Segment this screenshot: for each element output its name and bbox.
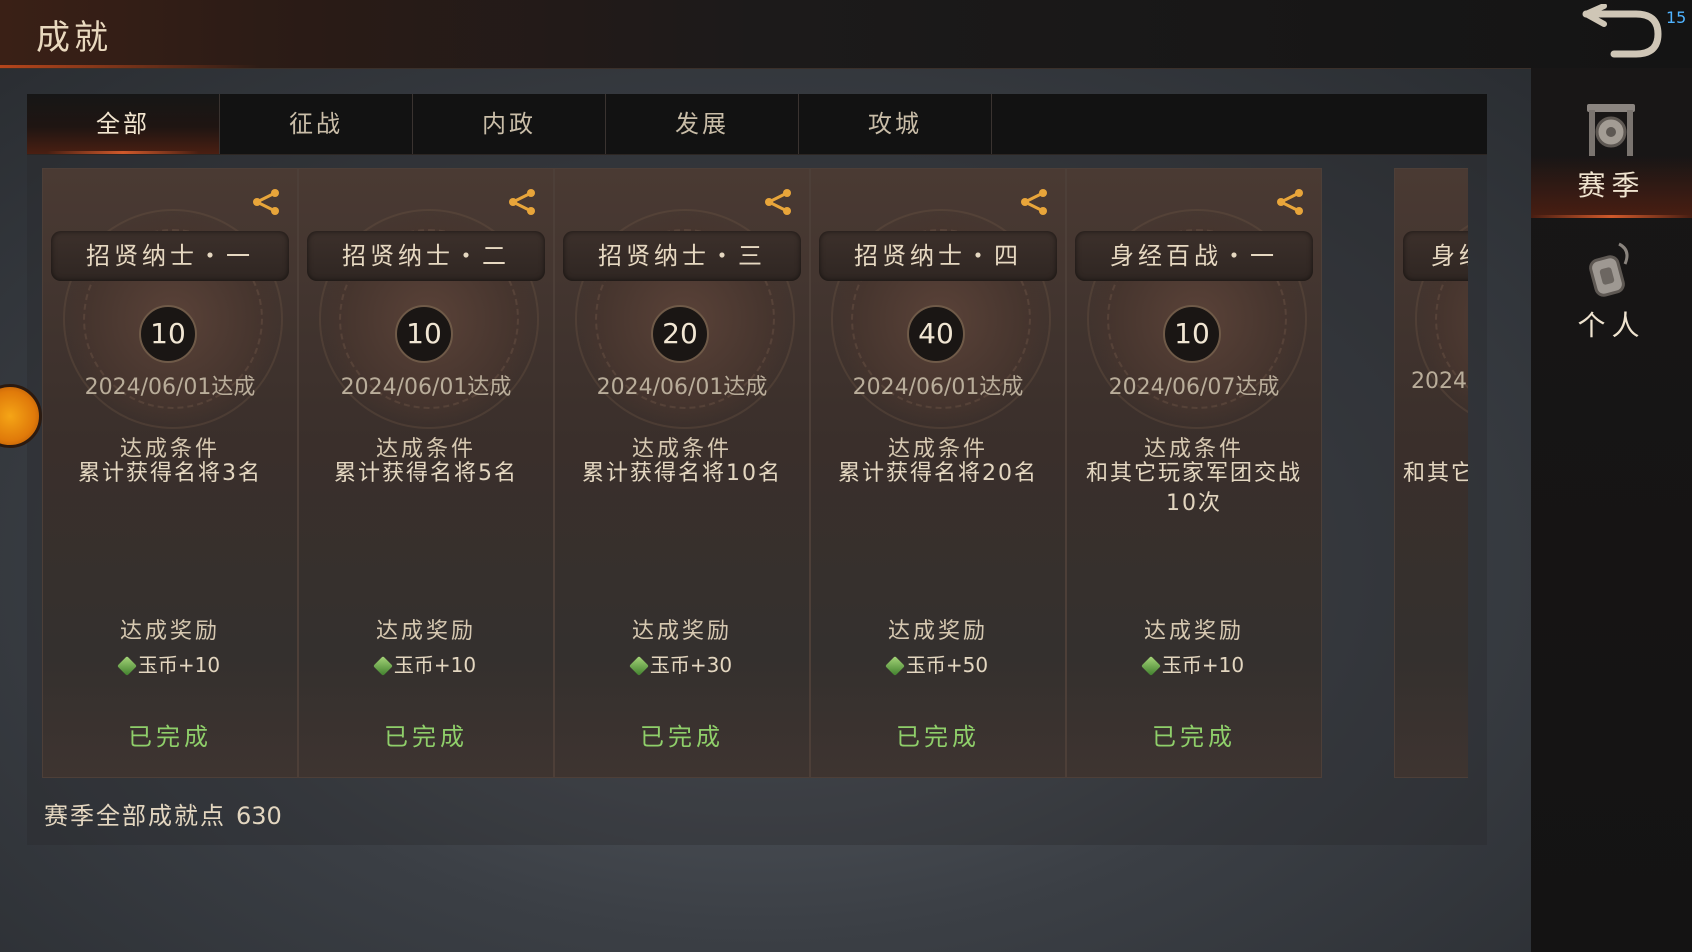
season-total-points: 赛季全部成就点 630 — [44, 796, 282, 831]
achievement-card[interactable]: 招贤纳士・二 10 2024/06/01达成 达成条件 累计获得名将5名 达成奖… — [298, 168, 554, 778]
status-completed: 已完成 — [384, 723, 468, 751]
condition-text: 累计获得名将10名 — [582, 461, 782, 486]
tab-bar: 全部 征战 内政 发展 攻城 — [27, 94, 1487, 155]
achieved-date: 2024/06/07达成 — [1108, 375, 1280, 400]
jade-coin-icon — [1140, 656, 1161, 676]
share-icon[interactable] — [1019, 187, 1049, 217]
achievement-list[interactable]: 招贤纳士・一 10 2024/06/01达成 达成条件 累计获得名将3名 达成奖… — [42, 168, 1468, 780]
reward-label: 达成奖励 — [375, 619, 476, 644]
status-completed: 已完成 — [1152, 723, 1236, 751]
achieved-date: 2024/06/01达成 — [340, 375, 512, 400]
gong-icon — [1587, 104, 1635, 156]
reward: 玉币+10 — [1067, 649, 1321, 678]
achieved-date: 2024/06/01达成 — [852, 375, 1024, 400]
achieved-date: 2024 — [1411, 369, 1467, 394]
jade-coin-icon — [116, 656, 137, 676]
reward-text: 玉币+10 — [137, 653, 221, 677]
reward-text: 玉币+10 — [393, 653, 477, 677]
title-bar: 成就 15 — [0, 0, 1692, 69]
achievement-card-partial[interactable]: 身经百战・二 2024 和其它 — [1394, 168, 1468, 778]
right-sidebar: 赛季 个人 — [1531, 68, 1692, 952]
achievement-points: 10 — [1163, 305, 1221, 363]
share-icon[interactable] — [763, 187, 793, 217]
tab-campaign[interactable]: 征战 — [220, 94, 413, 154]
achievement-points: 10 — [395, 305, 453, 363]
achievement-card[interactable]: 招贤纳士・四 40 2024/06/01达成 达成条件 累计获得名将20名 达成… — [810, 168, 1066, 778]
season-total-label: 赛季全部成就点 — [44, 802, 226, 830]
reward-text: 玉币+50 — [905, 653, 989, 677]
reward-text: 玉币+30 — [649, 653, 733, 677]
achievement-title: 招贤纳士・二 — [307, 231, 545, 281]
tab-development[interactable]: 发展 — [606, 94, 799, 154]
tab-internal-affairs[interactable]: 内政 — [413, 94, 606, 154]
jade-coin-icon — [884, 656, 905, 676]
condition-text: 累计获得名将20名 — [838, 461, 1038, 486]
share-icon[interactable] — [251, 187, 281, 217]
status-completed: 已完成 — [128, 723, 212, 751]
corner-counter: 15 — [1666, 8, 1687, 27]
achievement-points: 20 — [651, 305, 709, 363]
condition-text: 和其它 — [1403, 461, 1468, 486]
achievement-points: 10 — [139, 305, 197, 363]
status-completed: 已完成 — [640, 723, 724, 751]
achievement-card[interactable]: 身经百战・一 10 2024/06/07达成 达成条件 和其它玩家军团交战10次… — [1066, 168, 1322, 778]
back-arrow-icon — [1582, 3, 1662, 58]
reward: 玉币+50 — [811, 649, 1065, 678]
achieved-date: 2024/06/01达成 — [84, 375, 256, 400]
page-title: 成就 — [36, 18, 112, 58]
achievement-title: 招贤纳士・四 — [819, 231, 1057, 281]
reward-label: 达成奖励 — [119, 619, 220, 644]
sidebar-item-personal[interactable]: 个人 — [1531, 218, 1692, 358]
achieved-date: 2024/06/01达成 — [596, 375, 768, 400]
jade-coin-icon — [372, 656, 393, 676]
status-completed: 已完成 — [896, 723, 980, 751]
achievement-card[interactable]: 招贤纳士・一 10 2024/06/01达成 达成条件 累计获得名将3名 达成奖… — [42, 168, 298, 778]
reward: 玉币+10 — [43, 649, 297, 678]
achievement-card[interactable]: 招贤纳士・三 20 2024/06/01达成 达成条件 累计获得名将10名 达成… — [554, 168, 810, 778]
condition-text: 累计获得名将5名 — [334, 461, 518, 486]
reward-label: 达成奖励 — [1143, 619, 1244, 644]
jade-coin-icon — [628, 656, 649, 676]
sidebar-label-personal: 个人 — [1577, 309, 1646, 342]
sidebar-item-season[interactable]: 赛季 — [1531, 78, 1692, 218]
achievement-title: 身经百战・二 — [1403, 231, 1468, 281]
share-icon[interactable] — [1275, 187, 1305, 217]
tab-siege[interactable]: 攻城 — [799, 94, 992, 154]
tab-all[interactable]: 全部 — [27, 94, 220, 154]
token-icon — [1589, 242, 1629, 297]
reward-label: 达成奖励 — [631, 619, 732, 644]
sidebar-label-season: 赛季 — [1577, 169, 1646, 202]
achievement-title: 招贤纳士・一 — [51, 231, 289, 281]
reward: 玉币+30 — [555, 649, 809, 678]
share-icon[interactable] — [507, 187, 537, 217]
reward-text: 玉币+10 — [1161, 653, 1245, 677]
achievement-title: 身经百战・一 — [1075, 231, 1313, 281]
season-total-value: 630 — [236, 802, 282, 830]
achievement-points: 40 — [907, 305, 965, 363]
reward: 玉币+10 — [299, 649, 553, 678]
condition-text: 累计获得名将3名 — [78, 461, 262, 486]
back-button[interactable] — [1578, 3, 1668, 64]
condition-text: 和其它玩家军团交战10次 — [1085, 461, 1302, 516]
achievement-title: 招贤纳士・三 — [563, 231, 801, 281]
reward-label: 达成奖励 — [887, 619, 988, 644]
